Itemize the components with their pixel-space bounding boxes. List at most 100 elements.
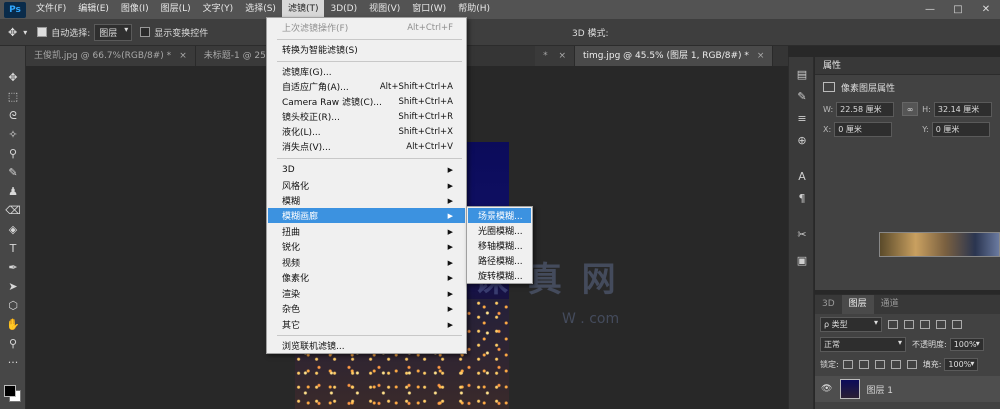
close-icon[interactable]: × — [558, 51, 566, 61]
menu-item-shortcut: Shift+Ctrl+X — [398, 126, 453, 137]
menu-item-filter-gallery[interactable]: 滤镜库(G)... — [268, 64, 465, 79]
menu-item-sharpen[interactable]: 锐化 ▶ — [268, 239, 465, 254]
doc-tab-active[interactable]: timg.jpg @ 45.5% (图层 1, RGB/8#) * × — [575, 46, 774, 66]
menu-item-tilt-shift-blur[interactable]: 移轴模糊... — [468, 238, 531, 253]
lock-transparent-icon[interactable] — [842, 359, 853, 369]
menu-item-spin-blur[interactable]: 旋转模糊... — [468, 268, 531, 283]
shape-tool-icon[interactable]: ⬡ — [0, 296, 26, 315]
y-field[interactable]: 0 厘米 — [931, 121, 990, 137]
menu-item-convert-smart-filter[interactable]: 转换为智能滤镜(S) — [268, 42, 465, 57]
menu-item-camera-raw[interactable]: Camera Raw 滤镜(C)... Shift+Ctrl+A — [268, 94, 465, 109]
menu-item-pixelate[interactable]: 像素化 ▶ — [268, 270, 465, 285]
more-tools-icon[interactable]: ··· — [0, 353, 26, 372]
history-icon[interactable]: ▤ — [789, 63, 815, 85]
close-icon[interactable]: × — [179, 51, 187, 61]
auto-select-dropdown[interactable]: 图层 — [94, 23, 133, 41]
tab-layers[interactable]: 图层 — [841, 295, 874, 314]
menu-item-adaptive-wide-angle[interactable]: 自适应广角(A)... Alt+Shift+Ctrl+A — [268, 79, 465, 94]
doc-tab[interactable]: * × — [535, 46, 575, 66]
close-button[interactable]: ✕ — [972, 0, 1000, 19]
menu-item-stylize[interactable]: 风格化 ▶ — [268, 178, 465, 193]
menu-edit[interactable]: 编辑(E) — [72, 0, 115, 19]
menu-item-video[interactable]: 视频 ▶ — [268, 255, 465, 270]
move-tool-icon[interactable]: ✥ — [8, 26, 17, 39]
link-icon[interactable]: ∞ — [902, 102, 919, 116]
x-field[interactable]: 0 厘米 — [834, 121, 893, 137]
tab-channels[interactable]: 通道 — [874, 295, 906, 314]
menu-image[interactable]: 图像(I) — [115, 0, 155, 19]
menu-item-field-blur[interactable]: 场景模糊... — [468, 208, 531, 223]
menu-item-path-blur[interactable]: 路径模糊... — [468, 253, 531, 268]
paint-bucket-tool-icon[interactable]: ◈ — [0, 220, 26, 239]
lock-pixels-icon[interactable] — [858, 359, 869, 369]
eraser-tool-icon[interactable]: ⌫ — [0, 201, 26, 220]
filter-shape-icon[interactable] — [936, 319, 946, 329]
notes-icon[interactable]: ▣ — [789, 249, 815, 271]
lock-all-icon[interactable] — [906, 359, 917, 369]
pen-tool-icon[interactable]: ✒ — [0, 258, 26, 277]
marquee-tool-icon[interactable]: ⬚ — [0, 87, 26, 106]
3d-mode-label: 3D 模式: — [572, 28, 609, 39]
menu-item-blur[interactable]: 模糊 ▶ — [268, 193, 465, 208]
menu-item-liquify[interactable]: 液化(L)... Shift+Ctrl+X — [268, 124, 465, 139]
filter-type-icon[interactable] — [920, 319, 930, 329]
lasso-tool-icon[interactable]: ᘓ — [0, 106, 26, 125]
height-label: H: — [922, 104, 931, 114]
submenu-arrow-icon: ▶ — [447, 181, 453, 190]
lock-position-icon[interactable] — [874, 359, 885, 369]
paragraph-icon[interactable]: ¶ — [789, 187, 815, 209]
menu-item-last-filter[interactable]: 上次滤镜操作(F) Alt+Ctrl+F — [268, 20, 465, 35]
menu-layer[interactable]: 图层(L) — [155, 0, 197, 19]
magic-wand-tool-icon[interactable]: ✧ — [0, 125, 26, 144]
menu-item-vanishing-point[interactable]: 消失点(V)... Alt+Ctrl+V — [268, 139, 465, 154]
tools-icon[interactable]: ✂ — [789, 223, 815, 245]
auto-select-checkbox[interactable] — [37, 27, 48, 37]
clone-source-icon[interactable]: ⊕ — [789, 129, 815, 151]
doc-tab[interactable]: 王俊凯.jpg @ 66.7%(RGB/8#) * × — [26, 46, 196, 66]
menu-item-3d[interactable]: 3D ▶ — [268, 162, 465, 177]
show-transform-checkbox[interactable] — [140, 27, 151, 37]
menu-item-browse-online-filters[interactable]: 浏览联机滤镜... — [268, 338, 465, 353]
menu-item-blur-gallery[interactable]: 模糊画廊 ▶ — [268, 208, 465, 223]
menu-item-render[interactable]: 渲染 ▶ — [268, 286, 465, 301]
foreground-color-swatch[interactable] — [4, 385, 16, 397]
lock-artboard-icon[interactable] — [890, 359, 901, 369]
menu-item-noise[interactable]: 杂色 ▶ — [268, 301, 465, 316]
type-tool-icon[interactable]: T — [0, 239, 26, 258]
menu-item-lens-correction[interactable]: 镜头校正(R)... Shift+Ctrl+R — [268, 109, 465, 124]
minimize-button[interactable]: — — [916, 0, 944, 19]
menu-item-other[interactable]: 其它 ▶ — [268, 317, 465, 332]
width-field[interactable]: 22.58 厘米 — [836, 101, 895, 117]
filter-pixel-icon[interactable] — [888, 319, 898, 329]
maximize-button[interactable]: □ — [944, 0, 972, 19]
menu-item-distort[interactable]: 扭曲 ▶ — [268, 224, 465, 239]
eye-icon[interactable]: 👁 — [821, 384, 832, 394]
y-label: Y: — [922, 124, 929, 134]
layer-row[interactable]: 👁 图层 1 — [815, 376, 1000, 402]
tab-3d[interactable]: 3D — [815, 295, 842, 314]
brush-tool-icon[interactable]: ✎ — [0, 163, 26, 182]
fill-field[interactable]: 100% — [944, 357, 979, 371]
hand-tool-icon[interactable]: ✋ — [0, 315, 26, 334]
move-tool-icon[interactable]: ✥ — [0, 68, 26, 87]
close-icon[interactable]: × — [757, 51, 765, 61]
filter-adjust-icon[interactable] — [904, 319, 914, 329]
blur-gallery-submenu: 场景模糊... 光圈模糊... 移轴模糊... 路径模糊... 旋转模糊... — [466, 206, 533, 284]
adjustments-icon[interactable]: ≡ — [789, 107, 815, 129]
layer-filter-dropdown[interactable]: ρ 类型 — [820, 316, 882, 332]
menu-type[interactable]: 文字(Y) — [197, 0, 240, 19]
eyedropper-tool-icon[interactable]: ⚲ — [0, 144, 26, 163]
tool-preset-chevron-icon[interactable]: ▾ — [23, 28, 27, 37]
opacity-field[interactable]: 100% — [949, 337, 984, 351]
path-select-tool-icon[interactable]: ➤ — [0, 277, 26, 296]
height-field[interactable]: 32.14 厘米 — [933, 101, 992, 117]
character-icon[interactable]: A — [789, 165, 815, 187]
brush-panel-icon[interactable]: ✎ — [789, 85, 815, 107]
filter-smart-icon[interactable] — [952, 319, 962, 329]
blend-mode-dropdown[interactable]: 正常 — [820, 336, 906, 352]
zoom-tool-icon[interactable]: ⚲ — [0, 334, 26, 353]
doc-tab-label: * — [543, 51, 551, 61]
menu-item-iris-blur[interactable]: 光圈模糊... — [468, 223, 531, 238]
menu-file[interactable]: 文件(F) — [30, 0, 72, 19]
stamp-tool-icon[interactable]: ♟ — [0, 182, 26, 201]
